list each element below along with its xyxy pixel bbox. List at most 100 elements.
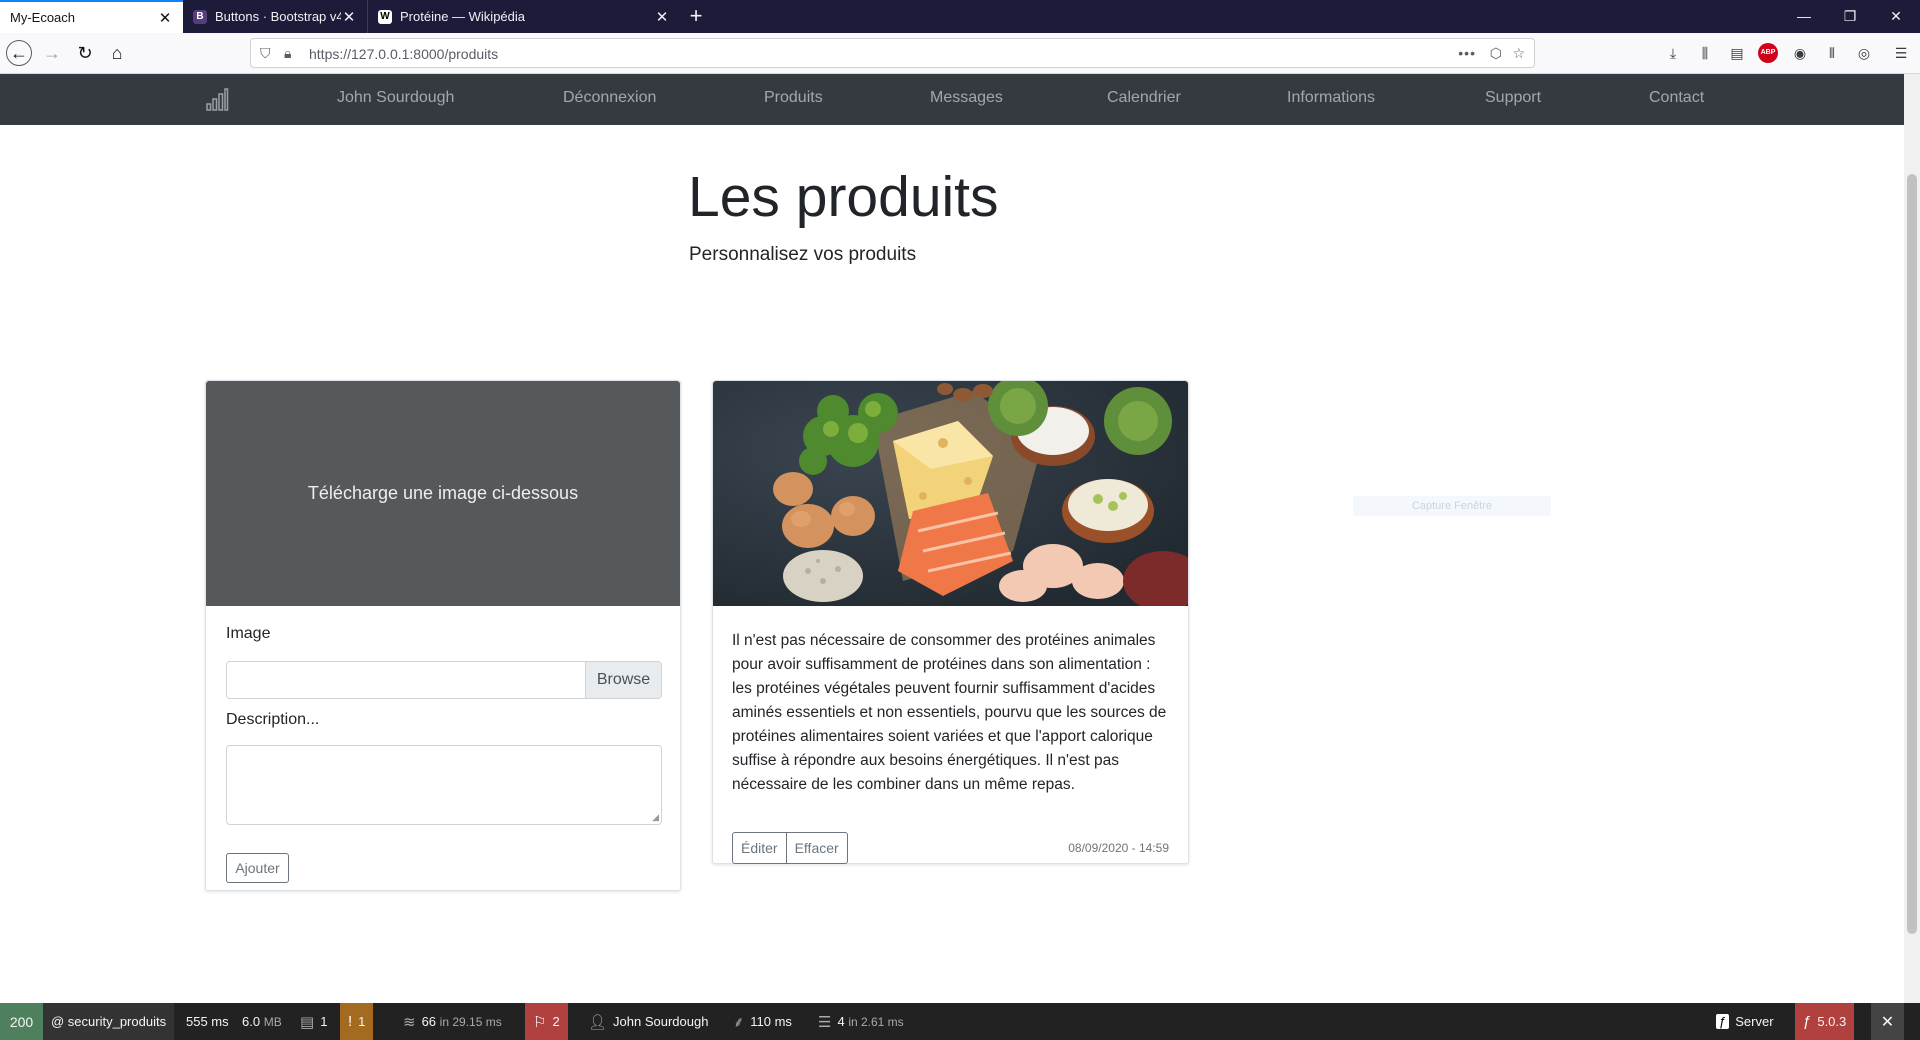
pocket-icon[interactable]: ⬡ xyxy=(1490,45,1502,62)
scrollbar-thumb[interactable] xyxy=(1907,174,1917,934)
shield-icon[interactable]: ⛉ xyxy=(260,45,271,62)
nav-contact[interactable]: Contact xyxy=(1649,89,1704,107)
minimize-window-icon[interactable]: — xyxy=(1781,0,1827,33)
extension-icon[interactable]: ◎ xyxy=(1854,43,1874,63)
sidebar-icon[interactable]: ▤ xyxy=(1727,43,1747,63)
server-panel[interactable]: ƒ Server xyxy=(1708,1003,1782,1040)
symfony-version: 5.0.3 xyxy=(1817,1014,1847,1029)
back-icon[interactable]: ← xyxy=(6,40,32,66)
resize-grip-icon[interactable]: ◢ xyxy=(652,812,659,823)
database-icon: ☰ xyxy=(818,1013,832,1031)
translation-panel[interactable]: ⚐ 2 xyxy=(525,1003,568,1040)
cache-panel[interactable]: ≋ 66 in 29.15 ms xyxy=(395,1003,510,1040)
tab-title: Buttons · Bootstrap v4.5 xyxy=(215,9,341,24)
close-tab-icon[interactable]: ✕ xyxy=(341,8,357,26)
extension-icon[interactable]: ⦀ xyxy=(1822,43,1842,63)
product-image xyxy=(713,381,1188,606)
cache-time: in 29.15 ms xyxy=(439,1014,502,1029)
url-host: https://127.0.0.1 xyxy=(309,46,410,62)
capture-overlay: Capture Fenêtre xyxy=(1353,496,1551,516)
delete-button[interactable]: Effacer xyxy=(786,832,848,864)
twig-icon: ⸙ xyxy=(733,1013,745,1031)
add-product-card: Télécharge une image ci-dessous Image Br… xyxy=(205,380,681,891)
twig-panel[interactable]: ⸙ 110 ms xyxy=(725,1003,800,1040)
tab-bootstrap-buttons[interactable]: B Buttons · Bootstrap v4.5 ✕ xyxy=(183,0,367,33)
url-text[interactable]: https://127.0.0.1:8000/produits xyxy=(309,46,498,62)
nav-logout[interactable]: Déconnexion xyxy=(563,89,656,107)
food-photo xyxy=(713,381,1188,606)
browser-tab-strip: My-Ecoach ✕ B Buttons · Bootstrap v4.5 ✕… xyxy=(0,0,1920,33)
placeholder-text: Télécharge une image ci-dessous xyxy=(307,483,579,503)
translation-count: 2 xyxy=(552,1014,560,1029)
nav-support[interactable]: Support xyxy=(1485,89,1541,107)
user-icon: 👤︎ xyxy=(588,1013,608,1031)
bookmark-star-icon[interactable]: ☆ xyxy=(1512,45,1525,62)
menu-icon[interactable]: ☰ xyxy=(1891,43,1911,63)
close-tab-icon[interactable]: ✕ xyxy=(157,9,173,27)
browse-button[interactable]: Browse xyxy=(585,662,661,698)
wikipedia-icon: W xyxy=(378,9,392,24)
forms-count: 1 xyxy=(320,1014,328,1029)
edit-button[interactable]: Éditer xyxy=(732,832,787,864)
server-label: Server xyxy=(1735,1014,1774,1029)
image-file-input[interactable]: Browse xyxy=(226,661,662,699)
nav-messages[interactable]: Messages xyxy=(930,89,1003,107)
description-textarea[interactable]: ◢ xyxy=(226,745,662,825)
db-time: in 2.61 ms xyxy=(848,1014,904,1029)
forward-icon[interactable]: → xyxy=(38,39,66,67)
layers-icon: ≋ xyxy=(403,1013,416,1031)
account-icon[interactable]: ◉ xyxy=(1790,43,1810,63)
close-window-icon[interactable]: ✕ xyxy=(1873,0,1919,33)
add-button[interactable]: Ajouter xyxy=(226,853,289,883)
home-icon[interactable]: ⌂ xyxy=(103,39,131,67)
logs-count: 1 xyxy=(358,1014,366,1029)
nav-user[interactable]: John Sourdough xyxy=(337,89,454,107)
restore-window-icon[interactable]: ❐ xyxy=(1827,0,1873,33)
address-bar[interactable]: ⛉ 🔒︎ https://127.0.0.1:8000/produits •••… xyxy=(250,38,1535,68)
nav-products[interactable]: Produits xyxy=(764,89,823,107)
page-title: Les produits xyxy=(688,165,999,229)
nav-informations[interactable]: Informations xyxy=(1287,89,1375,107)
product-description: Il n'est pas nécessaire de consommer des… xyxy=(732,632,1167,793)
nav-calendar[interactable]: Calendrier xyxy=(1107,89,1181,107)
user-panel[interactable]: 👤︎ John Sourdough xyxy=(580,1003,716,1040)
database-panel[interactable]: ☰ 4 in 2.61 ms xyxy=(810,1003,912,1040)
lock-icon[interactable]: 🔒︎ xyxy=(284,45,291,62)
library-icon[interactable]: ⫼ xyxy=(1695,43,1715,63)
downloads-icon[interactable]: ⤓ xyxy=(1663,43,1683,63)
warning-icon: ! xyxy=(348,1013,353,1030)
close-tab-icon[interactable]: ✕ xyxy=(654,8,670,26)
page-actions-icon[interactable]: ••• xyxy=(1458,45,1476,61)
adblock-icon[interactable]: ABP xyxy=(1758,43,1778,63)
status-code-badge[interactable]: 200 xyxy=(0,1003,43,1040)
logs-panel[interactable]: ! 1 xyxy=(340,1003,374,1040)
forms-panel[interactable]: ▤ 1 xyxy=(292,1003,335,1040)
status-code: 200 xyxy=(9,1013,34,1030)
page-scrollbar[interactable] xyxy=(1904,74,1920,1003)
route-panel[interactable]: @ security_produits xyxy=(43,1003,175,1040)
new-tab-button[interactable]: + xyxy=(680,0,712,33)
image-placeholder: Télécharge une image ci-dessous xyxy=(206,381,680,606)
memory-unit: MB xyxy=(263,1014,282,1029)
product-actions: Éditer Effacer xyxy=(732,832,848,864)
translation-icon: ⚐ xyxy=(533,1013,547,1031)
memory-value: 6.0 xyxy=(242,1014,261,1029)
memory-panel[interactable]: 6.0 MB xyxy=(234,1003,290,1040)
db-count: 4 xyxy=(837,1014,845,1029)
cache-count: 66 xyxy=(421,1014,437,1029)
close-toolbar-icon[interactable]: ✕ xyxy=(1871,1003,1904,1040)
debug-toolbar: 200 @ security_produits 555 ms 6.0 MB ▤ 1… xyxy=(0,1003,1920,1040)
url-path: :8000/produits xyxy=(409,46,499,62)
bar-chart-icon[interactable] xyxy=(205,88,229,112)
reload-icon[interactable]: ↻ xyxy=(71,39,99,67)
symfony-version-panel[interactable]: ƒ 5.0.3 xyxy=(1795,1003,1855,1040)
tab-my-ecoach[interactable]: My-Ecoach ✕ xyxy=(0,0,183,33)
request-time: 555 ms xyxy=(186,1014,229,1029)
tab-wikipedia-proteine[interactable]: W Protéine — Wikipédia ✕ xyxy=(367,0,680,33)
time-panel[interactable]: 555 ms xyxy=(178,1003,237,1040)
symfony-logo-icon: ƒ xyxy=(1803,1013,1812,1030)
twig-time: 110 ms xyxy=(750,1014,792,1029)
page-subtitle: Personnalisez vos produits xyxy=(689,244,917,265)
product-card: Il n'est pas nécessaire de consommer des… xyxy=(712,380,1189,864)
product-date: 08/09/2020 - 14:59 xyxy=(1068,841,1169,855)
